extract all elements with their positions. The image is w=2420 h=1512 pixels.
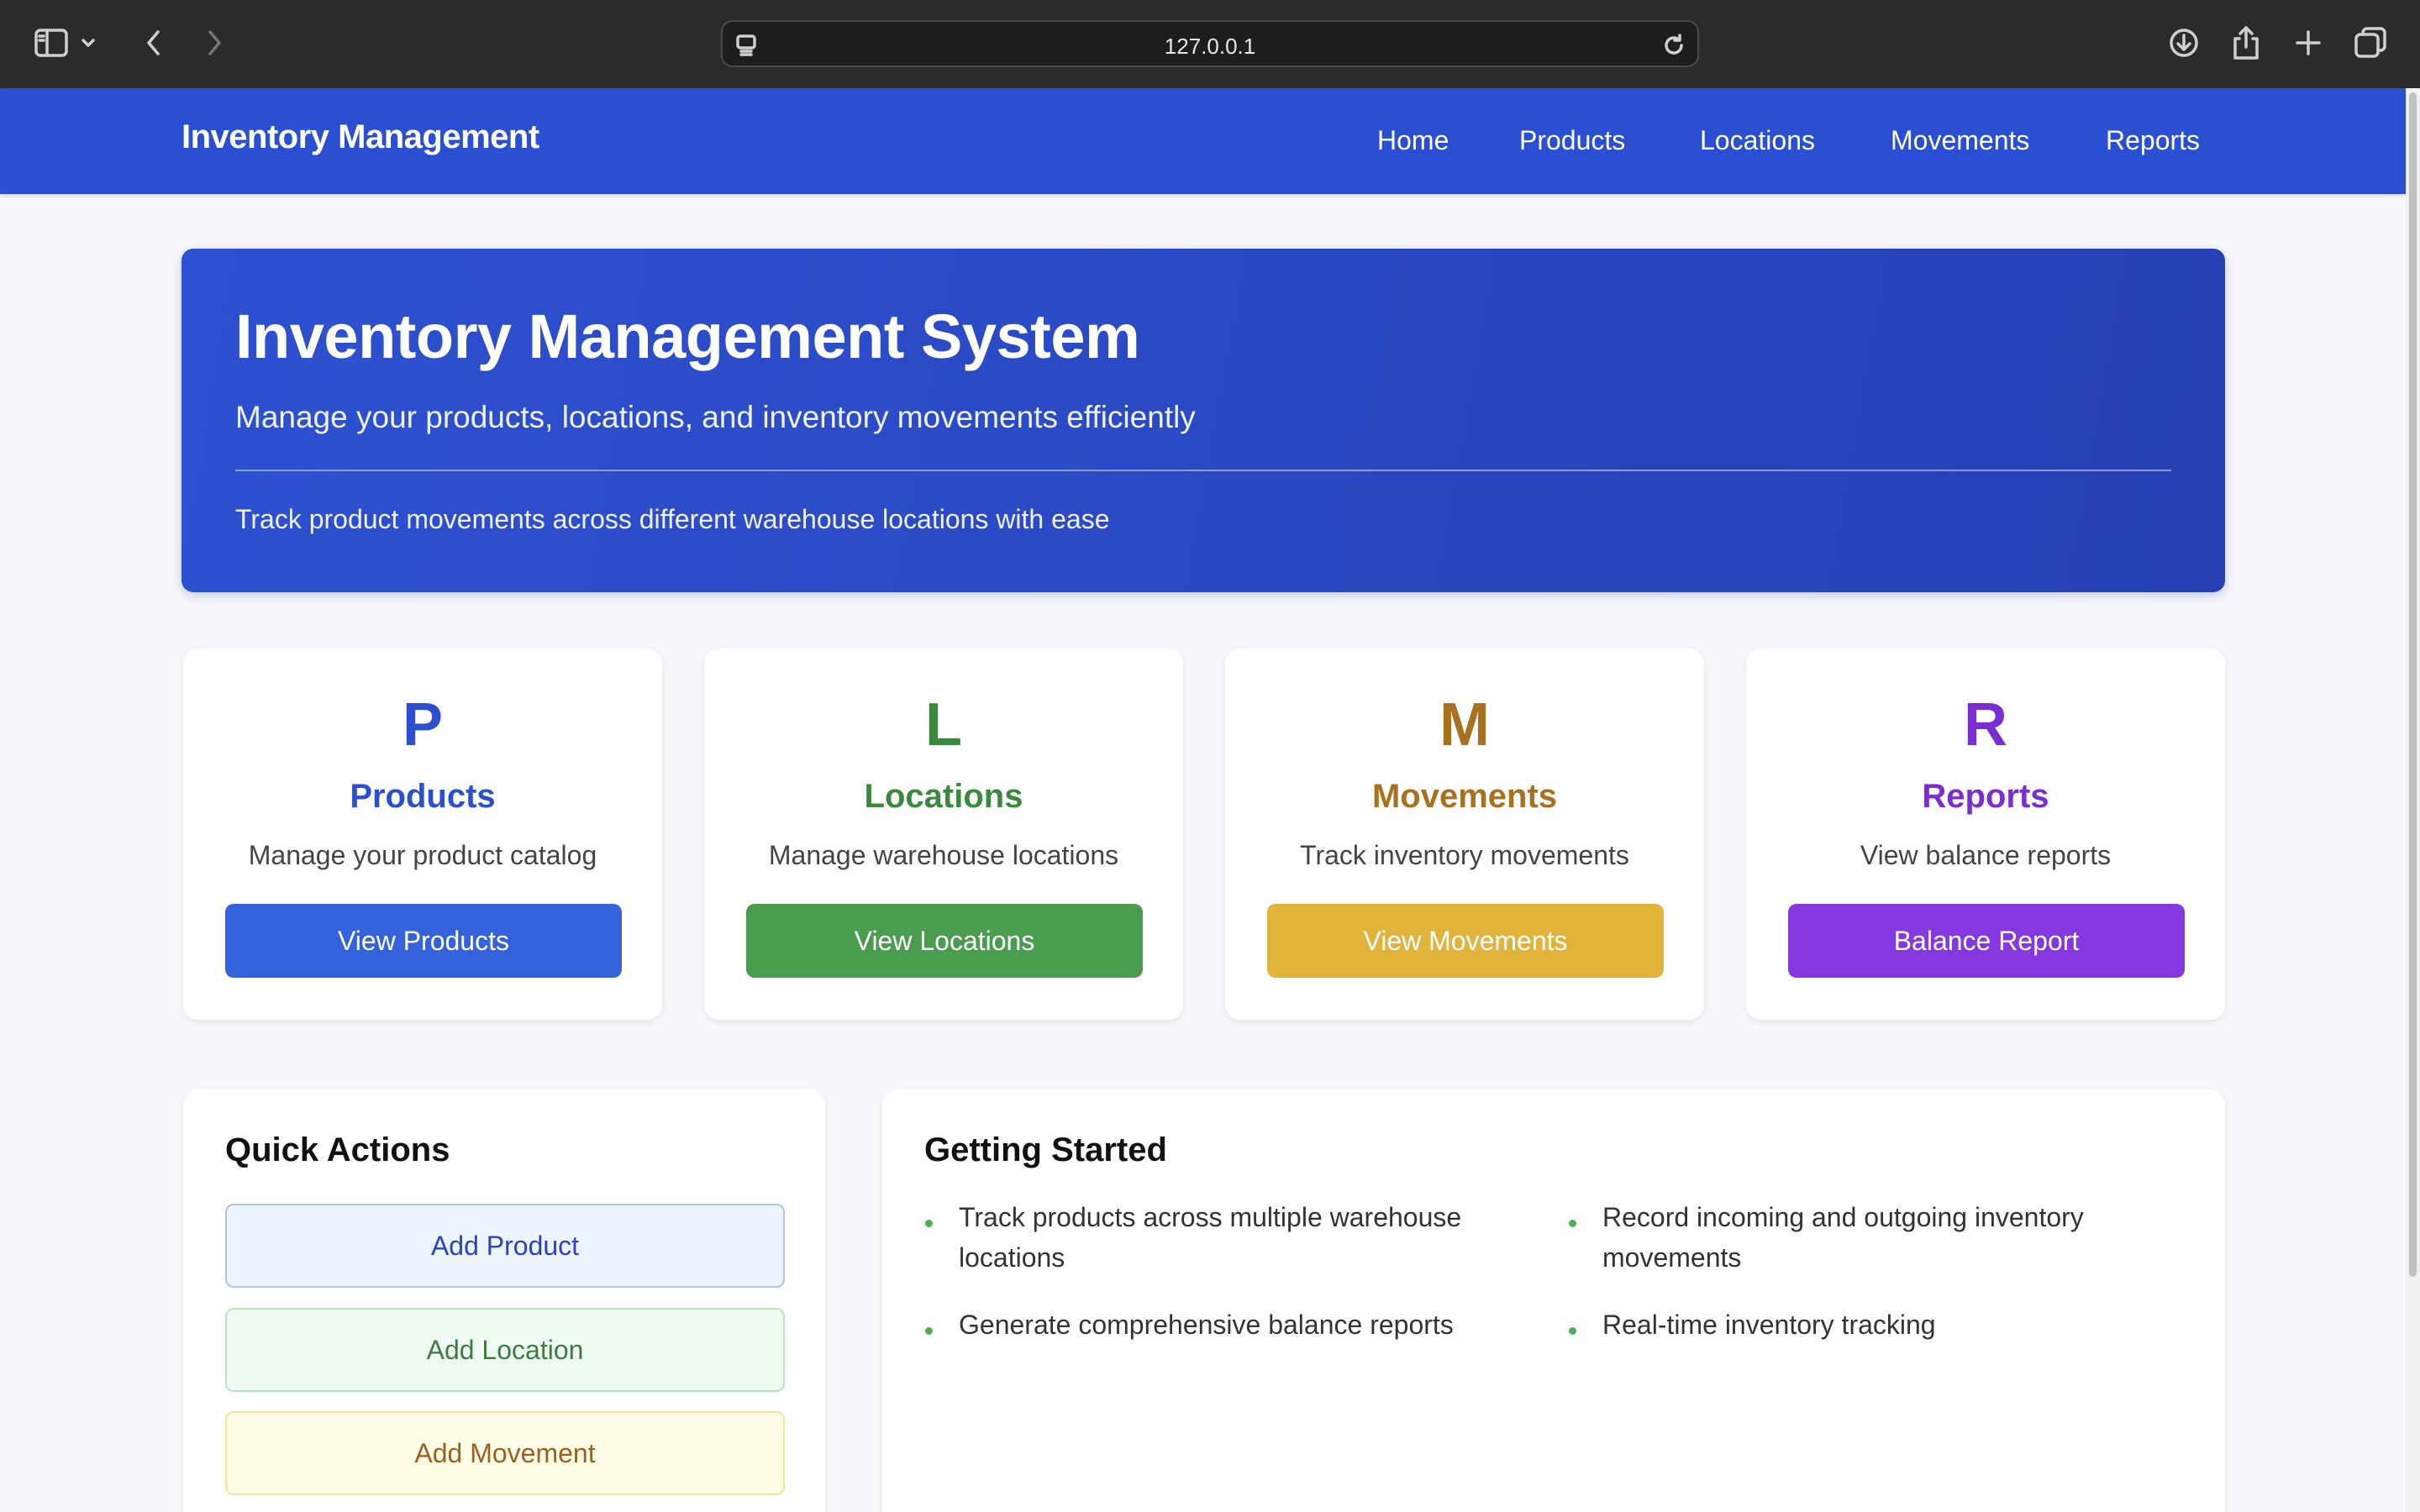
list-item: Real-time inventory tracking	[1602, 1310, 1936, 1340]
card-letter-icon: L	[925, 691, 962, 759]
card-title: Reports	[1922, 778, 2049, 815]
brand-link[interactable]: Inventory Management	[182, 118, 539, 156]
browser-toolbar: 127.0.0.1	[0, 0, 2420, 88]
new-tab-icon[interactable]	[2286, 20, 2331, 66]
forward-icon[interactable]	[192, 20, 237, 66]
hero-subtitle: Manage your products, locations, and inv…	[235, 400, 1196, 434]
bullet-icon	[1569, 1327, 1576, 1335]
tab-overview-icon[interactable]	[2348, 20, 2393, 66]
card-letter-icon: R	[1964, 691, 2007, 759]
nav-locations[interactable]: Locations	[1700, 125, 1815, 156]
card-title: Movements	[1371, 778, 1558, 815]
getting-started-panel: Getting Started Track products across mu…	[882, 1089, 2225, 1512]
download-icon[interactable]	[2161, 20, 2207, 66]
card-letter-icon: M	[1439, 691, 1490, 759]
view-locations-button[interactable]: View Locations	[746, 904, 1143, 978]
scrollbar-thumb[interactable]	[2409, 92, 2417, 1277]
add-movement-button[interactable]: Add Movement	[225, 1411, 785, 1495]
card-description: Manage your product catalog	[248, 840, 597, 870]
hero-note: Track product movements across different…	[235, 504, 1110, 534]
chevron-down-icon[interactable]	[76, 20, 101, 66]
view-movements-button[interactable]: View Movements	[1267, 904, 1664, 978]
hero-banner: Inventory Management System Manage your …	[182, 249, 2225, 592]
card-description: Track inventory movements	[1300, 840, 1629, 870]
nav-movements[interactable]: Movements	[1891, 125, 2029, 156]
bullet-icon	[925, 1220, 933, 1227]
nav-reports[interactable]: Reports	[2106, 125, 2200, 156]
bullet-icon	[1569, 1220, 1576, 1227]
card-description: Manage warehouse locations	[768, 840, 1119, 870]
sidebar-toggle-icon[interactable]	[29, 20, 74, 66]
view-products-button[interactable]: View Products	[225, 904, 622, 978]
card-reports: R Reports View balance reports Balance R…	[1746, 648, 2225, 1020]
card-locations: L Locations Manage warehouse locations V…	[704, 648, 1183, 1020]
balance-report-button[interactable]: Balance Report	[1788, 904, 2185, 978]
share-icon[interactable]	[2223, 20, 2269, 66]
hero-divider	[235, 470, 2171, 471]
list-item: Record incoming and outgoing inventory m…	[1602, 1202, 2084, 1273]
card-title: Products	[350, 778, 496, 815]
address-bar[interactable]: 127.0.0.1	[721, 20, 1699, 67]
card-description: View balance reports	[1860, 840, 2112, 870]
card-movements: M Movements Track inventory movements Vi…	[1225, 648, 1704, 1020]
nav-home[interactable]: Home	[1377, 125, 1449, 156]
list-item: Generate comprehensive balance reports	[959, 1310, 1454, 1340]
reload-icon[interactable]	[1659, 30, 1689, 60]
hero-title: Inventory Management System	[235, 302, 1140, 371]
back-icon[interactable]	[131, 20, 176, 66]
card-products: P Products Manage your product catalog V…	[183, 648, 662, 1020]
quick-actions-panel: Quick Actions Add Product Add Location A…	[183, 1089, 825, 1512]
bullet-icon	[925, 1327, 933, 1335]
card-letter-icon: P	[402, 691, 444, 759]
getting-started-title: Getting Started	[924, 1131, 1167, 1168]
add-location-button[interactable]: Add Location	[225, 1308, 785, 1392]
nav-products[interactable]: Products	[1519, 125, 1625, 156]
list-item: Track products across multiple warehouse…	[959, 1202, 1462, 1273]
quick-actions-title: Quick Actions	[225, 1131, 450, 1168]
card-title: Locations	[864, 778, 1023, 815]
url-text: 127.0.0.1	[1164, 34, 1256, 59]
app-navbar: Inventory Management Home Products Locat…	[0, 88, 2406, 194]
add-product-button[interactable]: Add Product	[225, 1204, 785, 1288]
